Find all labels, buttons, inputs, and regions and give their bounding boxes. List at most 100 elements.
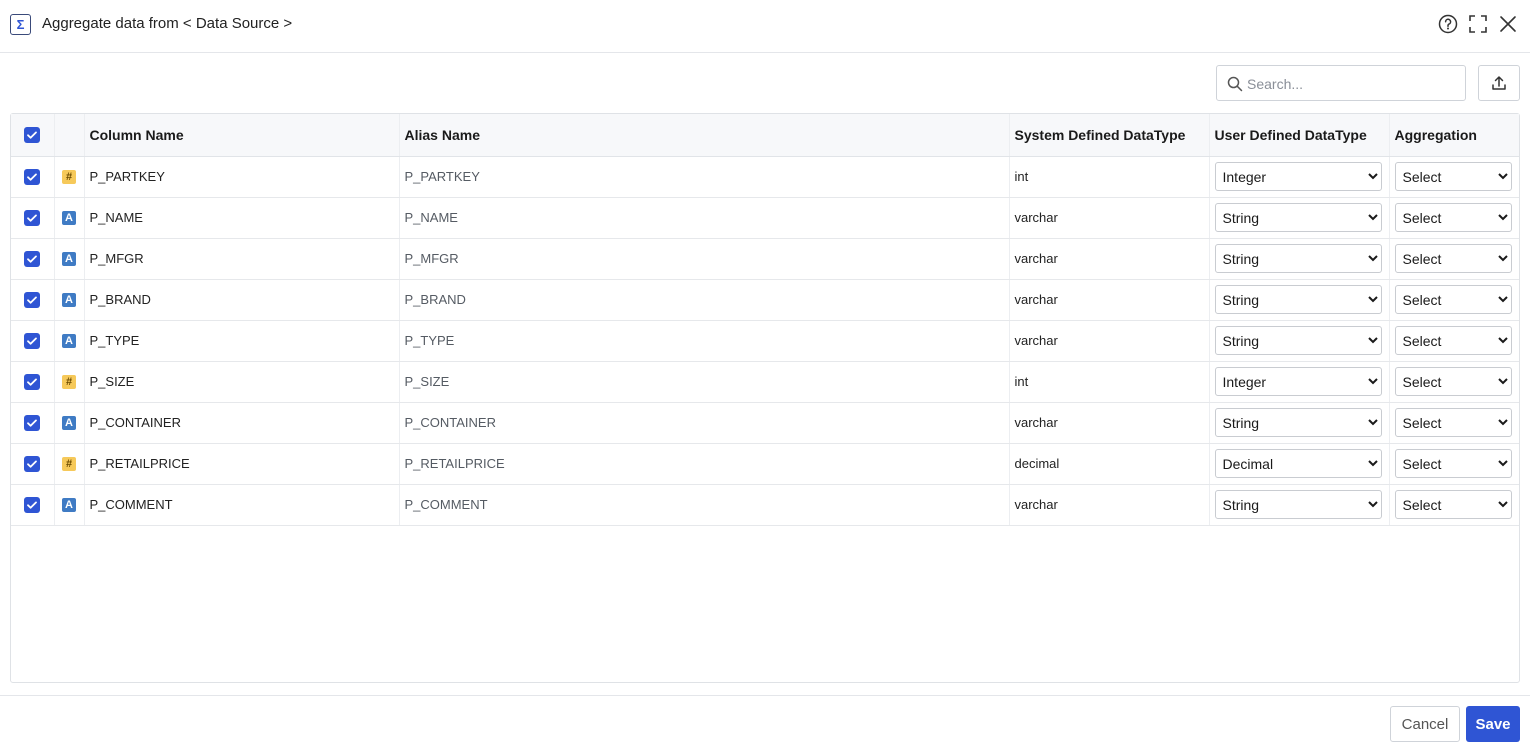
cancel-button[interactable]: Cancel <box>1390 706 1460 742</box>
select-all-cell <box>11 114 54 157</box>
row-select-cell <box>11 279 54 321</box>
user-datatype-select[interactable]: IntegerStringDecimal <box>1214 367 1382 396</box>
aggregation-select[interactable]: Select <box>1394 162 1512 191</box>
table-row: #P_PARTKEYP_PARTKEYintIntegerStringDecim… <box>11 156 1519 198</box>
system-datatype-cell: varchar <box>1008 197 1209 239</box>
check-icon <box>27 255 38 263</box>
row-checkbox[interactable] <box>24 332 41 349</box>
row-select-cell <box>11 443 54 485</box>
aggregation-cell: Select <box>1388 484 1519 526</box>
select-all-checkbox[interactable] <box>24 127 41 144</box>
help-button[interactable] <box>1437 13 1459 35</box>
user-datatype-cell: IntegerStringDecimal <box>1208 484 1389 526</box>
row-checkbox[interactable] <box>24 373 41 390</box>
row-checkbox[interactable] <box>24 291 41 308</box>
aggregation-cell: Select <box>1388 279 1519 321</box>
close-icon <box>1500 16 1516 32</box>
number-type-icon: # <box>62 457 76 472</box>
user-datatype-select[interactable]: IntegerStringDecimal <box>1214 326 1382 355</box>
row-checkbox[interactable] <box>24 168 41 185</box>
alias-name-cell[interactable]: P_NAME <box>398 197 1009 239</box>
check-icon <box>27 460 38 468</box>
alias-name-cell[interactable]: P_PARTKEY <box>398 156 1009 198</box>
user-datatype-cell: IntegerStringDecimal <box>1208 197 1389 239</box>
system-datatype-cell: varchar <box>1008 484 1209 526</box>
table-row: AP_MFGRP_MFGRvarcharIntegerStringDecimal… <box>11 238 1519 280</box>
aggregation-cell: Select <box>1388 443 1519 485</box>
system-datatype-cell: decimal <box>1008 443 1209 485</box>
column-name-cell: P_SIZE <box>83 361 399 403</box>
check-icon <box>27 419 38 427</box>
alias-name-header[interactable]: Alias Name <box>398 114 1009 157</box>
user-datatype-select[interactable]: IntegerStringDecimal <box>1214 162 1382 191</box>
search-input[interactable] <box>1247 74 1457 94</box>
user-datatype-header[interactable]: User Defined DataType <box>1208 114 1389 157</box>
alias-name-cell[interactable]: P_CONTAINER <box>398 402 1009 444</box>
user-datatype-select[interactable]: IntegerStringDecimal <box>1214 244 1382 273</box>
check-icon <box>27 378 38 386</box>
aggregation-select[interactable]: Select <box>1394 449 1512 478</box>
export-button[interactable] <box>1478 65 1520 101</box>
sigma-icon: Σ <box>10 14 31 35</box>
number-type-icon: # <box>62 170 76 185</box>
aggregation-select[interactable]: Select <box>1394 408 1512 437</box>
string-type-icon: A <box>62 252 76 267</box>
column-name-cell: P_TYPE <box>83 320 399 362</box>
row-select-cell <box>11 402 54 444</box>
row-checkbox[interactable] <box>24 209 41 226</box>
column-name-cell: P_MFGR <box>83 238 399 280</box>
user-datatype-select[interactable]: IntegerStringDecimal <box>1214 285 1382 314</box>
row-select-cell <box>11 484 54 526</box>
user-datatype-select[interactable]: IntegerStringDecimal <box>1214 490 1382 519</box>
system-datatype-cell: varchar <box>1008 320 1209 362</box>
table-row: AP_NAMEP_NAMEvarcharIntegerStringDecimal… <box>11 197 1519 239</box>
alias-name-cell[interactable]: P_TYPE <box>398 320 1009 362</box>
type-cell: A <box>53 402 84 444</box>
alias-name-cell[interactable]: P_MFGR <box>398 238 1009 280</box>
columns-table: Column Name Alias Name System Defined Da… <box>11 114 1519 526</box>
column-name-header[interactable]: Column Name <box>83 114 399 157</box>
aggregation-select[interactable]: Select <box>1394 203 1512 232</box>
alias-name-cell[interactable]: P_SIZE <box>398 361 1009 403</box>
type-cell: A <box>53 238 84 280</box>
row-checkbox[interactable] <box>24 455 41 472</box>
table-row: AP_BRANDP_BRANDvarcharIntegerStringDecim… <box>11 279 1519 321</box>
aggregation-cell: Select <box>1388 402 1519 444</box>
row-select-cell <box>11 238 54 280</box>
number-type-icon: # <box>62 375 76 390</box>
aggregation-select[interactable]: Select <box>1394 285 1512 314</box>
row-checkbox[interactable] <box>24 414 41 431</box>
alias-name-cell[interactable]: P_RETAILPRICE <box>398 443 1009 485</box>
user-datatype-select[interactable]: IntegerStringDecimal <box>1214 408 1382 437</box>
aggregation-cell: Select <box>1388 197 1519 239</box>
dialog-title: Aggregate data from < Data Source > <box>42 15 293 32</box>
fullscreen-button[interactable] <box>1467 13 1489 35</box>
aggregation-select[interactable]: Select <box>1394 326 1512 355</box>
alias-name-cell[interactable]: P_COMMENT <box>398 484 1009 526</box>
type-cell: A <box>53 484 84 526</box>
user-datatype-select[interactable]: IntegerStringDecimal <box>1214 203 1382 232</box>
user-datatype-cell: IntegerStringDecimal <box>1208 402 1389 444</box>
type-header <box>53 114 84 157</box>
aggregation-select[interactable]: Select <box>1394 490 1512 519</box>
dialog-footer: Cancel Save <box>0 695 1530 750</box>
aggregation-select[interactable]: Select <box>1394 244 1512 273</box>
dialog-header: Σ Aggregate data from < Data Source > <box>0 0 1530 53</box>
check-icon <box>27 131 38 140</box>
fullscreen-icon <box>1469 15 1487 33</box>
row-checkbox[interactable] <box>24 496 41 513</box>
close-button[interactable] <box>1497 13 1519 35</box>
help-icon <box>1438 14 1458 34</box>
save-button[interactable]: Save <box>1466 706 1520 742</box>
column-name-cell: P_RETAILPRICE <box>83 443 399 485</box>
alias-name-cell[interactable]: P_BRAND <box>398 279 1009 321</box>
check-icon <box>27 173 38 181</box>
row-checkbox[interactable] <box>24 250 41 267</box>
row-select-cell <box>11 197 54 239</box>
aggregation-select[interactable]: Select <box>1394 367 1512 396</box>
system-datatype-header[interactable]: System Defined DataType <box>1008 114 1209 157</box>
row-select-cell <box>11 156 54 198</box>
user-datatype-select[interactable]: IntegerStringDecimal <box>1214 449 1382 478</box>
string-type-icon: A <box>62 211 76 226</box>
aggregation-header[interactable]: Aggregation <box>1388 114 1519 157</box>
